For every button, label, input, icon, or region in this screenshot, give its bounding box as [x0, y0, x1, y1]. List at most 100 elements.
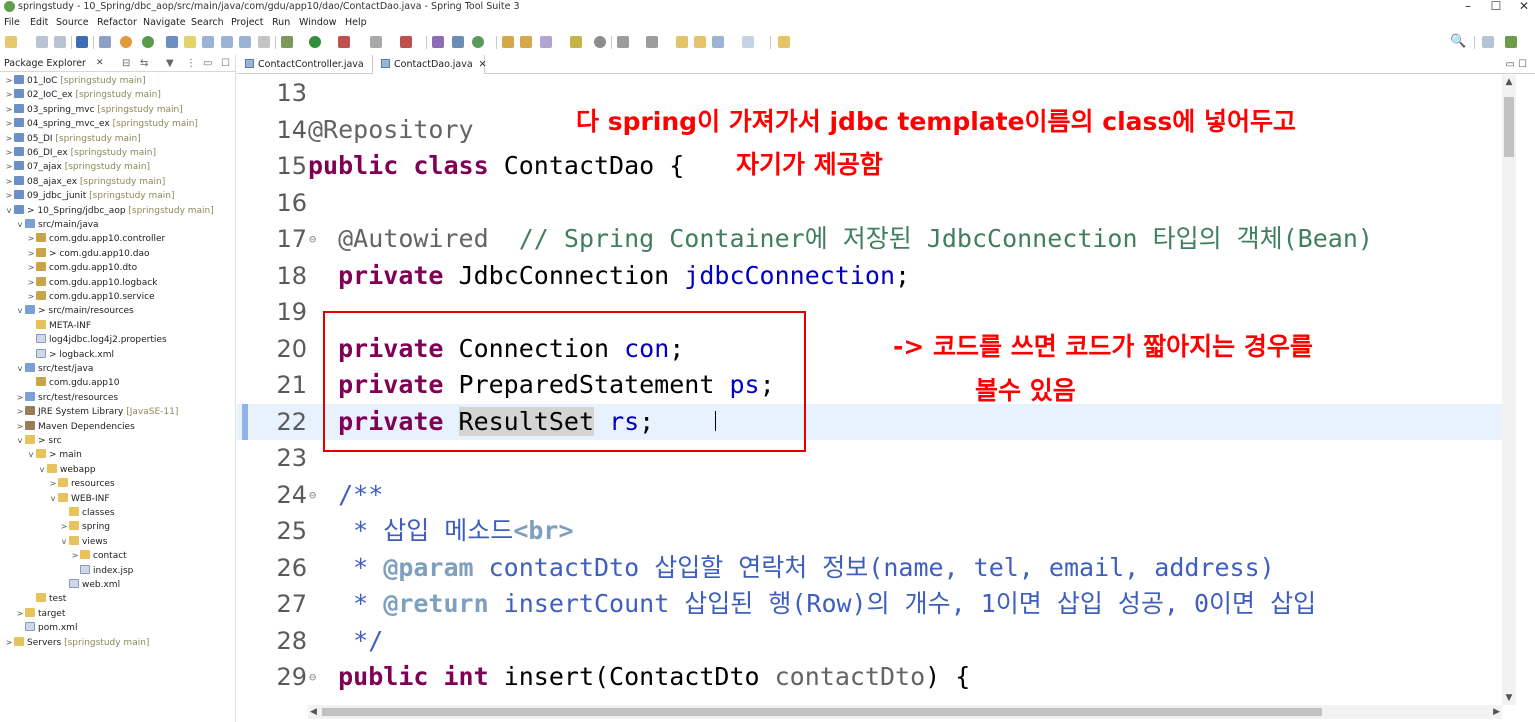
chevron-right-icon[interactable]: >	[4, 74, 14, 88]
maximize-button[interactable]: ☐	[1486, 0, 1506, 13]
chevron-right-icon[interactable]: >	[4, 189, 14, 203]
vertical-scroll-thumb[interactable]	[1504, 97, 1514, 157]
tree-item[interactable]: META-INF	[26, 319, 91, 333]
tree-item[interactable]: web.xml	[59, 578, 120, 592]
scroll-down-icon[interactable]: ▼	[1502, 693, 1516, 703]
tree-item[interactable]: classes	[59, 506, 115, 520]
chevron-down-icon[interactable]: v	[15, 218, 25, 232]
tree-item[interactable]: v > src	[15, 434, 62, 448]
tree-item[interactable]: >02_IoC_ex [springstudy main]	[4, 88, 161, 102]
menu-refactor[interactable]: Refactor	[97, 14, 137, 31]
tree-item[interactable]: >01_IoC [springstudy main]	[4, 74, 146, 88]
chevron-right-icon[interactable]: >	[26, 232, 36, 246]
tree-item[interactable]: > com.gdu.app10.service	[26, 290, 155, 304]
code-line[interactable]: * 삽입 메소드<br>	[308, 513, 573, 549]
chevron-right-icon[interactable]: >	[15, 607, 25, 621]
menu-window[interactable]: Window	[299, 14, 336, 31]
code-line[interactable]: @Autowired // Spring Container에 저장된 Jdbc…	[308, 221, 1373, 257]
chevron-down-icon[interactable]: v	[26, 448, 36, 462]
stop-icon[interactable]	[120, 36, 132, 48]
vertical-scrollbar[interactable]: ▲ ▼	[1502, 75, 1516, 705]
tree-item[interactable]: >05_DI [springstudy main]	[4, 132, 141, 146]
code-line[interactable]: public int insert(ContactDto contactDto)…	[308, 659, 970, 695]
forward-edit-icon[interactable]	[694, 36, 706, 48]
menu-edit[interactable]: Edit	[30, 14, 48, 31]
editor-min-max-icon[interactable]: ▭ ☐	[1505, 55, 1527, 74]
chevron-right-icon[interactable]: >	[4, 175, 14, 189]
tree-item[interactable]: v src/main/java	[15, 218, 99, 232]
forward-icon[interactable]	[742, 36, 754, 48]
chevron-down-icon[interactable]: v	[15, 434, 25, 448]
horizontal-scroll-thumb[interactable]	[322, 708, 1322, 716]
code-line[interactable]: /**	[308, 477, 383, 513]
tree-item[interactable]: >08_ajax_ex [springstudy main]	[4, 175, 165, 189]
tree-item[interactable]: >04_spring_mvc_ex [springstudy main]	[4, 117, 198, 131]
minimize-view-icon[interactable]: ▭	[203, 55, 212, 72]
chevron-down-icon[interactable]: v	[59, 535, 69, 549]
chevron-right-icon[interactable]: >	[26, 247, 36, 261]
chevron-right-icon[interactable]: >	[4, 117, 14, 131]
tree-item[interactable]: > JRE System Library [JavaSE-11]	[15, 405, 178, 419]
tree-item[interactable]: v > src/main/resources	[15, 304, 134, 318]
chevron-right-icon[interactable]: >	[15, 420, 25, 434]
scroll-right-icon[interactable]: ▶	[1493, 705, 1500, 719]
tree-item[interactable]: > Servers [springstudy main]	[4, 636, 149, 650]
chevron-right-icon[interactable]: >	[4, 103, 14, 117]
code-line[interactable]: private JdbcConnection jdbcConnection;	[308, 258, 910, 294]
tree-item[interactable]: >06_DI_ex [springstudy main]	[4, 146, 156, 160]
horizontal-scrollbar[interactable]: ◀ ▶	[308, 705, 1502, 719]
chevron-right-icon[interactable]: >	[70, 549, 80, 563]
whitespace-icon[interactable]	[258, 36, 270, 48]
menu-help[interactable]: Help	[345, 14, 367, 31]
skip-breakpoints-icon[interactable]	[99, 36, 111, 48]
link-with-editor-icon[interactable]: ⇆	[140, 55, 148, 72]
close-icon[interactable]: ✕	[96, 55, 104, 72]
close-window-button[interactable]: ✕	[1514, 0, 1534, 13]
tab-contact-dao[interactable]: ContactDao.java ✕	[372, 55, 487, 74]
run-icon[interactable]	[309, 36, 321, 48]
code-line[interactable]: public class ContactDao {	[308, 148, 684, 184]
tree-item[interactable]: >09_jdbc_junit [springstudy main]	[4, 189, 175, 203]
last-edit-icon[interactable]	[676, 36, 688, 48]
chevron-right-icon[interactable]: >	[4, 146, 14, 160]
tree-item[interactable]: > > com.gdu.app10.dao	[26, 247, 149, 261]
menu-run[interactable]: Run	[272, 14, 290, 31]
close-tab-icon[interactable]: ✕	[479, 59, 487, 70]
minimize-button[interactable]: –	[1458, 0, 1478, 13]
view-menu-icon[interactable]: ⋮	[186, 55, 196, 72]
tree-item[interactable]: > src/test/resources	[15, 391, 118, 405]
maximize-view-icon[interactable]: ☐	[221, 55, 230, 72]
new-package-icon[interactable]	[452, 36, 464, 48]
chevron-right-icon[interactable]: >	[15, 405, 25, 419]
filter-icon[interactable]: ▼	[166, 55, 174, 72]
tree-item[interactable]: index.jsp	[70, 564, 133, 578]
tree-item[interactable]: > com.gdu.app10.dto	[26, 261, 137, 275]
chevron-right-icon[interactable]: >	[4, 132, 14, 146]
tree-item[interactable]: > com.gdu.app10.logback	[26, 276, 157, 290]
open-perspective-small-icon[interactable]	[778, 36, 790, 48]
back-icon[interactable]	[712, 36, 724, 48]
chevron-right-icon[interactable]: >	[26, 290, 36, 304]
open-perspective-icon[interactable]	[1482, 36, 1494, 48]
open-task-icon[interactable]	[520, 36, 532, 48]
new-class-icon[interactable]	[472, 36, 484, 48]
code-line[interactable]: */	[308, 623, 383, 659]
annotation-icon[interactable]	[570, 36, 582, 48]
chevron-down-icon[interactable]: v	[4, 204, 14, 218]
tree-item[interactable]: > target	[15, 607, 65, 621]
tree-item[interactable]: v WEB-INF	[48, 492, 110, 506]
browser-icon[interactable]	[594, 36, 606, 48]
open-type-icon[interactable]	[502, 36, 514, 48]
spring-boot-icon[interactable]	[142, 36, 154, 48]
block-selection-icon[interactable]	[239, 36, 251, 48]
scroll-left-icon[interactable]: ◀	[310, 705, 317, 719]
chevron-down-icon[interactable]: v	[37, 463, 47, 477]
chevron-right-icon[interactable]: >	[15, 391, 25, 405]
chevron-right-icon[interactable]: >	[4, 636, 14, 650]
search-icon[interactable]: 🔍	[1450, 34, 1466, 50]
save-all-icon[interactable]	[54, 36, 66, 48]
tree-item[interactable]: > logback.xml	[26, 348, 114, 362]
new-icon[interactable]	[5, 36, 17, 48]
previous-annotation-icon[interactable]	[646, 36, 658, 48]
chevron-down-icon[interactable]: v	[15, 362, 25, 376]
